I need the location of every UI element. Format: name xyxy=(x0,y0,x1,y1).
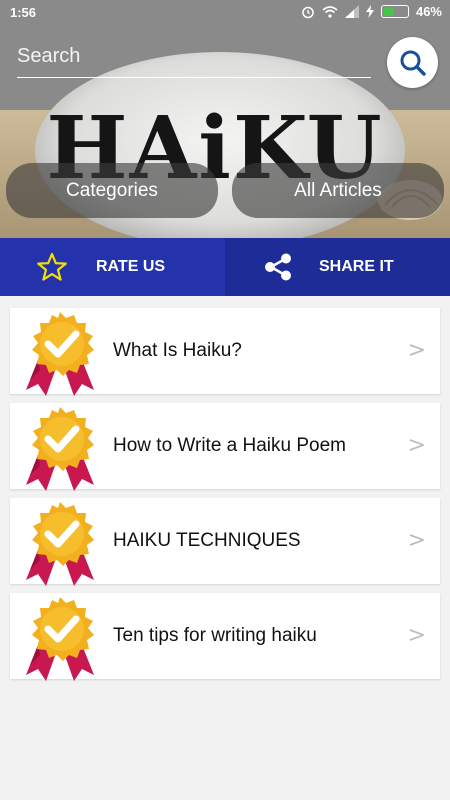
rate-us-button[interactable]: RATE US xyxy=(0,238,225,296)
battery-percent: 46% xyxy=(415,4,442,19)
article-title: HAIKU TECHNIQUES xyxy=(113,530,301,551)
search-input[interactable] xyxy=(17,42,371,77)
chevron-right-icon: > xyxy=(407,623,426,648)
charging-icon xyxy=(365,5,374,18)
rate-us-label: RATE US xyxy=(96,258,166,275)
article-item[interactable]: HAIKU TECHNIQUES > xyxy=(10,498,440,584)
categories-button[interactable]: Categories xyxy=(6,163,218,218)
share-icon xyxy=(265,253,291,281)
action-bar: RATE US SHARE IT xyxy=(0,238,450,296)
status-time: 1:56 xyxy=(10,5,37,20)
article-item[interactable]: Ten tips for writing haiku > xyxy=(10,593,440,679)
categories-label: Categories xyxy=(66,179,158,201)
article-title: Ten tips for writing haiku xyxy=(113,625,317,646)
award-badge-icon xyxy=(16,595,104,681)
award-badge-icon xyxy=(16,310,104,396)
search-icon xyxy=(400,50,426,76)
battery-icon xyxy=(380,5,409,18)
alarm-icon xyxy=(302,6,314,18)
chevron-right-icon: > xyxy=(407,528,426,553)
award-badge-icon xyxy=(16,405,104,491)
all-articles-button[interactable]: All Articles xyxy=(232,163,444,218)
article-item[interactable]: What Is Haiku? > xyxy=(10,308,440,394)
award-badge-icon xyxy=(16,500,104,586)
article-item[interactable]: How to Write a Haiku Poem > xyxy=(10,403,440,489)
all-articles-label: All Articles xyxy=(294,179,382,201)
wifi-icon xyxy=(322,6,338,18)
status-bar: 1:56 46% xyxy=(0,0,450,26)
chevron-right-icon: > xyxy=(407,338,426,363)
search-button[interactable] xyxy=(387,37,438,88)
article-title: What Is Haiku? xyxy=(113,340,242,361)
article-list: What Is Haiku? > How to Write a Haiku Po… xyxy=(10,308,440,688)
signal-icon xyxy=(344,5,359,18)
hero-banner: HAiKU 1:56 46% Search Categories All Art… xyxy=(0,0,450,238)
share-it-label: SHARE IT xyxy=(319,258,394,275)
article-title: How to Write a Haiku Poem xyxy=(113,435,347,456)
search-field[interactable] xyxy=(17,42,371,78)
share-it-button[interactable]: SHARE IT xyxy=(225,238,450,296)
star-icon xyxy=(37,252,67,281)
chevron-right-icon: > xyxy=(407,433,426,458)
